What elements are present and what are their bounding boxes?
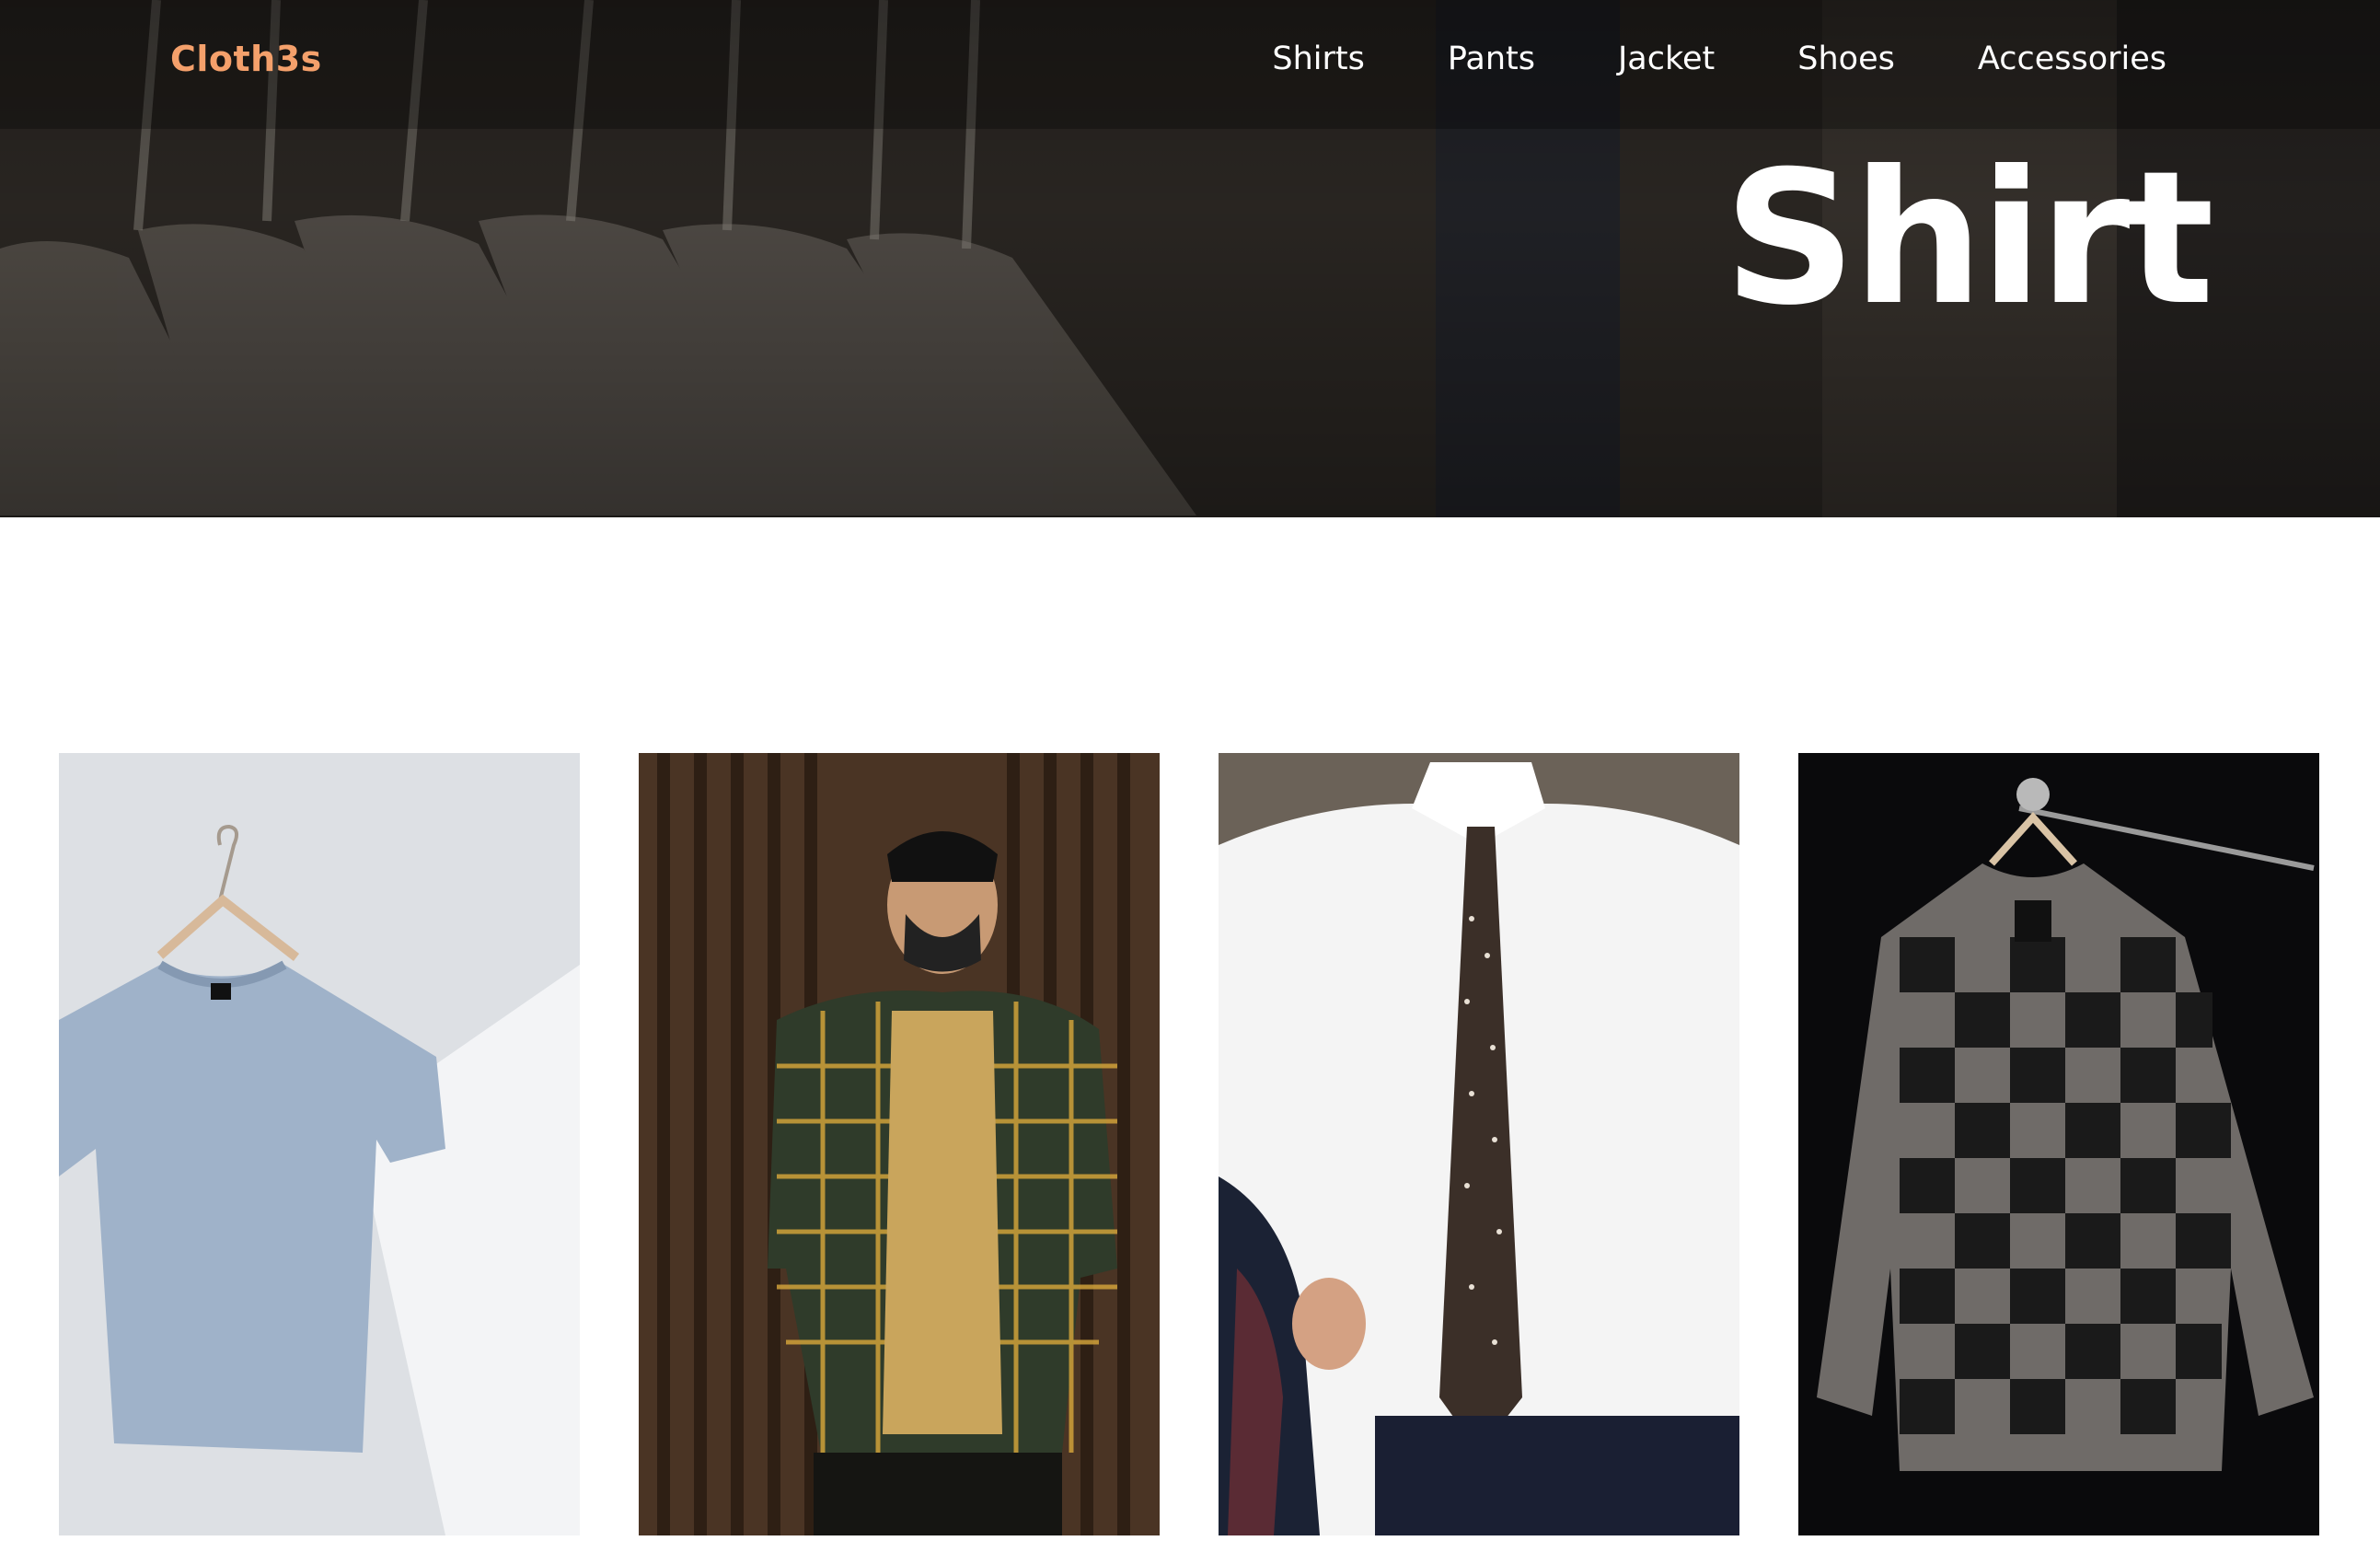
product-card-flannel-shirt[interactable] xyxy=(1798,753,2319,1535)
grey-tshirt-image xyxy=(59,753,580,1535)
plaid-shirt-model-image xyxy=(639,753,1160,1535)
nav-item-shoes[interactable]: Shoes xyxy=(1797,41,1895,77)
product-card-plaid-shirt[interactable] xyxy=(639,753,1160,1535)
flannel-shirt-image xyxy=(1798,753,2319,1535)
site-logo[interactable]: Cloth3s xyxy=(170,39,322,79)
product-gallery xyxy=(59,753,2323,1535)
main-nav: Shirts Pants Jacket Shoes Accessories xyxy=(1272,41,2166,77)
nav-item-accessories[interactable]: Accessories xyxy=(1978,41,2166,77)
hero-banner: Cloth3s Shirts Pants Jacket Shoes Access… xyxy=(0,0,2380,517)
nav-item-pants[interactable]: Pants xyxy=(1448,41,1535,77)
product-card-grey-tshirt[interactable] xyxy=(59,753,580,1535)
product-card-white-dress-shirt[interactable] xyxy=(1219,753,1739,1535)
nav-item-shirts[interactable]: Shirts xyxy=(1272,41,1364,77)
white-shirt-tie-image xyxy=(1219,753,1739,1535)
nav-item-jacket[interactable]: Jacket xyxy=(1618,41,1715,77)
page-title: Shirt xyxy=(1723,132,2214,346)
